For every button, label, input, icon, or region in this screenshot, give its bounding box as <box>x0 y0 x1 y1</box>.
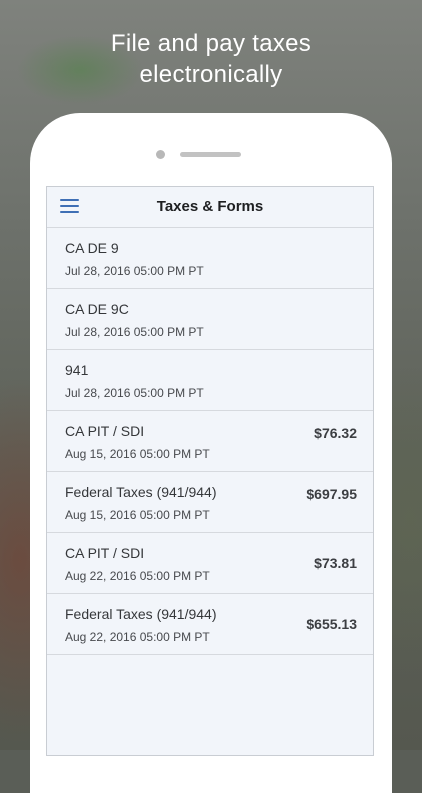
app-screen: Taxes & Forms CA DE 9 Jul 28, 2016 05:00… <box>46 186 374 756</box>
item-amount: $697.95 <box>306 486 357 502</box>
item-due-date: Aug 15, 2016 05:00 PM PT <box>65 447 210 461</box>
phone-camera <box>156 150 165 159</box>
item-name: CA DE 9C <box>65 301 129 317</box>
page-title: Taxes & Forms <box>156 198 264 215</box>
list-item[interactable]: CA DE 9C Jul 28, 2016 05:00 PM PT <box>47 289 373 350</box>
item-due-date: Aug 22, 2016 05:00 PM PT <box>65 569 210 583</box>
list-item[interactable]: CA PIT / SDI Aug 15, 2016 05:00 PM PT $7… <box>47 411 373 472</box>
list-item[interactable]: Federal Taxes (941/944) Aug 22, 2016 05:… <box>47 594 373 655</box>
item-due-date: Jul 28, 2016 05:00 PM PT <box>65 264 204 278</box>
phone-speaker <box>180 152 241 157</box>
item-name: 941 <box>65 362 89 378</box>
navigation-bar: Taxes & Forms <box>47 187 373 228</box>
item-amount: $73.81 <box>314 555 357 571</box>
item-due-date: Aug 22, 2016 05:00 PM PT <box>65 630 210 644</box>
item-due-date: Aug 15, 2016 05:00 PM PT <box>65 508 210 522</box>
list-item[interactable]: CA PIT / SDI Aug 22, 2016 05:00 PM PT $7… <box>47 533 373 594</box>
tax-forms-list: CA DE 9 Jul 28, 2016 05:00 PM PT CA DE 9… <box>47 228 373 655</box>
item-name: CA PIT / SDI <box>65 545 145 561</box>
item-due-date: Jul 28, 2016 05:00 PM PT <box>65 386 204 400</box>
item-amount: $76.32 <box>314 425 357 441</box>
item-due-date: Jul 28, 2016 05:00 PM PT <box>65 325 204 339</box>
item-amount: $655.13 <box>306 616 357 632</box>
item-name: Federal Taxes (941/944) <box>65 606 217 622</box>
promo-headline: File and pay taxes electronically <box>110 30 312 88</box>
list-item[interactable]: CA DE 9 Jul 28, 2016 05:00 PM PT <box>47 228 373 289</box>
item-name: CA PIT / SDI <box>65 423 145 439</box>
list-item[interactable]: 941 Jul 28, 2016 05:00 PM PT <box>47 350 373 411</box>
list-item[interactable]: Federal Taxes (941/944) Aug 15, 2016 05:… <box>47 472 373 533</box>
item-name: CA DE 9 <box>65 240 119 256</box>
item-name: Federal Taxes (941/944) <box>65 484 217 500</box>
